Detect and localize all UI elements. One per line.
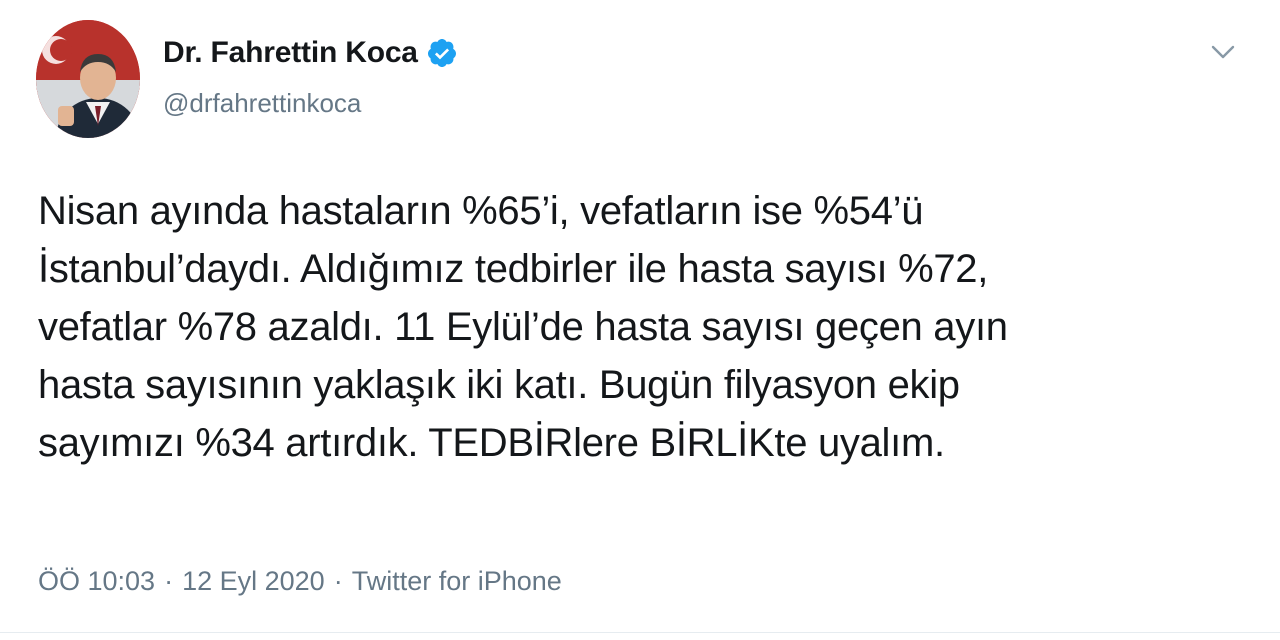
chevron-down-icon[interactable] bbox=[1210, 42, 1236, 62]
tweet-source-link[interactable]: Twitter for iPhone bbox=[352, 566, 562, 596]
tweet-card: Dr. Fahrettin Koca @drfahrettinkoca Nisa… bbox=[0, 0, 1280, 640]
tweet-meta: ÖÖ 10:03 · 12 Eyl 2020 · Twitter for iPhone bbox=[38, 566, 562, 597]
avatar[interactable] bbox=[36, 20, 140, 138]
verified-badge-icon bbox=[426, 37, 458, 69]
tweet-text-line: hasta sayısının yaklaşık iki katı. Bugün… bbox=[38, 363, 960, 407]
divider bbox=[0, 632, 1280, 633]
meta-separator: · bbox=[333, 566, 343, 596]
tweet-time: ÖÖ 10:03 bbox=[38, 566, 156, 596]
author-name[interactable]: Dr. Fahrettin Koca bbox=[163, 36, 418, 70]
meta-separator: · bbox=[164, 566, 174, 596]
author-name-row[interactable]: Dr. Fahrettin Koca bbox=[163, 36, 458, 70]
tweet-text: Nisan ayında hastaların %65’i, vefatları… bbox=[38, 182, 1238, 472]
tweet-date: 12 Eyl 2020 bbox=[182, 566, 325, 596]
tweet-text-line: sayımızı %34 artırdık. TEDBİRlere BİRLİK… bbox=[38, 421, 945, 465]
tweet-text-line: İstanbul’daydı. Aldığımız tedbirler ile … bbox=[38, 247, 989, 291]
tweet-text-line: vefatlar %78 azaldı. 11 Eylül’de hasta s… bbox=[38, 305, 1008, 349]
author-handle[interactable]: @drfahrettinkoca bbox=[163, 88, 361, 119]
tweet-timestamp-link[interactable]: ÖÖ 10:03 · 12 Eyl 2020 bbox=[38, 566, 325, 596]
tweet-text-line: Nisan ayında hastaların %65’i, vefatları… bbox=[38, 189, 924, 233]
